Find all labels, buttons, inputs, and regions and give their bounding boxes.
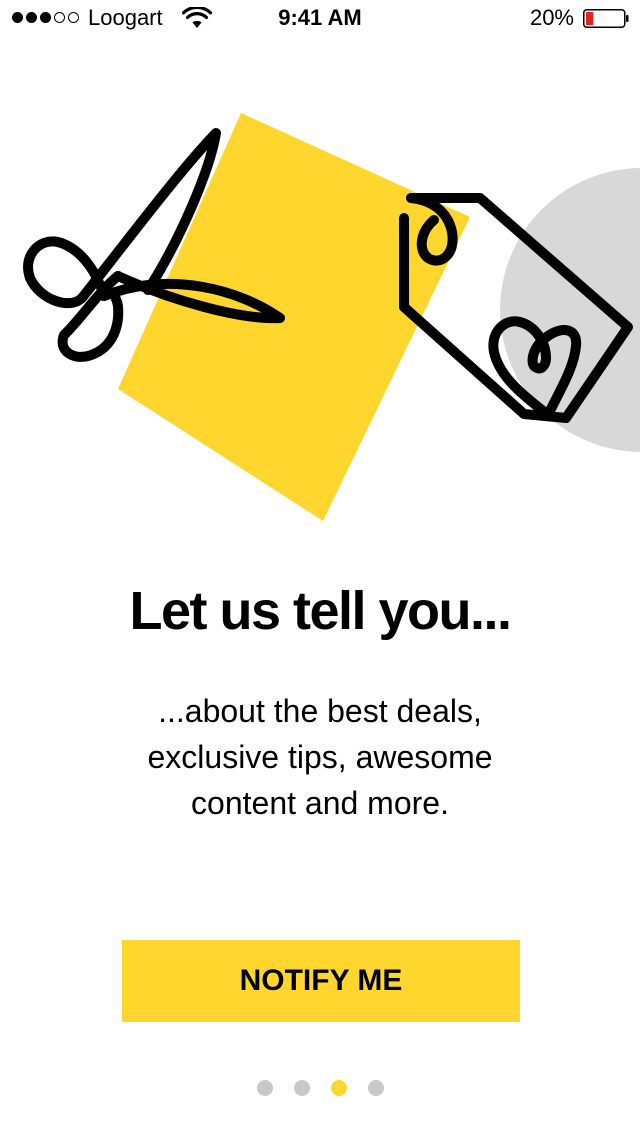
page-dot-1[interactable] xyxy=(256,1080,273,1096)
page-dot-4[interactable] xyxy=(367,1080,384,1096)
battery-percentage: 20% xyxy=(529,5,574,30)
battery-icon xyxy=(583,9,629,28)
page-dot-3[interactable] xyxy=(330,1080,347,1096)
onboarding-screen: Loogart 9:41 AM 20% Let us tell you... .… xyxy=(0,0,640,1136)
page-dot-2[interactable] xyxy=(293,1080,310,1096)
notify-me-button[interactable]: NOTIFY ME xyxy=(122,940,520,1022)
onboarding-illustration xyxy=(23,113,640,521)
battery-level-fill xyxy=(586,12,594,25)
page-indicator xyxy=(0,1080,640,1096)
onboarding-description: ...about the best deals, exclusive tips,… xyxy=(147,693,493,821)
status-bar: Loogart 9:41 AM 20% xyxy=(0,0,640,40)
onboarding-headline: Let us tell you... xyxy=(129,581,512,641)
